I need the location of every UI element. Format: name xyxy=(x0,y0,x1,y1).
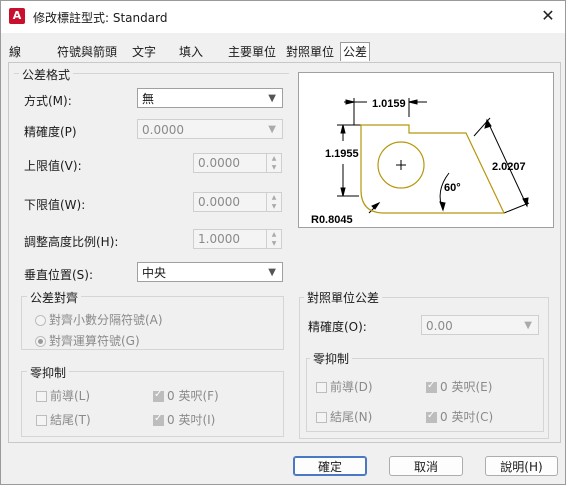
spinner-arrows-icon[interactable]: ▲ ▼ xyxy=(266,154,281,172)
app-icon: A xyxy=(9,8,25,24)
tab-lines[interactable]: 線 xyxy=(9,43,21,61)
checkbox-checked-icon xyxy=(426,380,437,393)
help-button[interactable]: 說明(H) xyxy=(485,456,558,476)
align-operator-radio[interactable]: 對齊運算符號(G) xyxy=(35,332,140,349)
alt-leading-checkbox[interactable]: 前導(D) xyxy=(316,378,373,395)
alt-feet-label: 0 英呎(E) xyxy=(440,380,493,394)
alt-trailing-checkbox[interactable]: 結尾(N) xyxy=(316,408,372,425)
upper-value: 0.0000 xyxy=(198,156,240,170)
preview-dim-right: 2.0207 xyxy=(492,161,526,173)
checkbox-checked-icon xyxy=(153,389,164,402)
checkbox-icon xyxy=(316,382,327,393)
precision-value: 0.0000 xyxy=(142,123,184,137)
checkbox-icon xyxy=(316,412,327,423)
feet-label: 0 英呎(F) xyxy=(167,389,219,403)
preview-angle: 60° xyxy=(444,182,461,194)
scale-height-value: 1.0000 xyxy=(198,232,240,246)
tab-symbols-arrows[interactable]: 符號與箭頭 xyxy=(57,43,117,61)
leading-checkbox[interactable]: 前導(L) xyxy=(36,387,90,404)
preview-dim-left: 1.1955 xyxy=(325,148,359,160)
inches-label: 0 英吋(I) xyxy=(167,413,216,427)
spinner-arrows-icon[interactable]: ▲ ▼ xyxy=(266,193,281,211)
alt-inches-label: 0 英吋(C) xyxy=(440,410,494,424)
preview-radius: R0.8045 xyxy=(311,214,353,226)
alt-trailing-label: 結尾(N) xyxy=(330,410,373,424)
trailing-checkbox[interactable]: 結尾(T) xyxy=(36,411,91,428)
align-decimal-label: 對齊小數分隔符號(A) xyxy=(49,313,163,327)
align-operator-label: 對齊運算符號(G) xyxy=(49,334,140,348)
chevron-down-icon: ▼ xyxy=(268,93,276,104)
radio-icon xyxy=(35,315,46,326)
window-title: 修改標註型式: Standard xyxy=(33,11,168,25)
tab-tolerances[interactable]: 公差 xyxy=(340,42,371,61)
lower-value-input[interactable]: 0.0000 ▲ ▼ xyxy=(193,192,282,212)
vertical-position-value: 中央 xyxy=(142,266,167,280)
checkbox-checked-icon xyxy=(426,410,437,423)
ok-button[interactable]: 確定 xyxy=(293,456,367,476)
alt-precision-value: 0.00 xyxy=(426,319,453,333)
tab-content: 公差格式 方式(M): 無 ▼ 精確度(P) 0.0000 ▼ 上限值(V): … xyxy=(8,62,561,443)
inches-checkbox[interactable]: 0 英吋(I) xyxy=(153,411,215,428)
preview-drawing: 1.0159 1.1955 2.0207 60° R0.8045 xyxy=(311,98,530,226)
dialog-window: A 修改標註型式: Standard ✕ 線 符號與箭頭 文字 填入 主要單位 … xyxy=(0,0,566,485)
scale-height-input[interactable]: 1.0000 ▲ ▼ xyxy=(193,229,282,249)
checkbox-icon xyxy=(36,391,47,402)
tolerance-alignment-label: 公差對齊 xyxy=(27,289,82,306)
scale-height-label: 調整高度比例(H): xyxy=(24,235,119,249)
tab-strip: 線 符號與箭頭 文字 填入 主要單位 對照單位 公差 xyxy=(7,42,559,63)
vertical-position-label: 垂直位置(S): xyxy=(24,268,94,282)
preview-dim-top: 1.0159 xyxy=(372,98,406,110)
upper-value-input[interactable]: 0.0000 ▲ ▼ xyxy=(193,153,282,173)
align-decimal-radio[interactable]: 對齊小數分隔符號(A) xyxy=(35,311,163,328)
tab-text[interactable]: 文字 xyxy=(132,43,156,61)
trailing-label: 結尾(T) xyxy=(50,413,91,427)
chevron-down-icon: ▼ xyxy=(268,267,276,278)
title-bar: A 修改標註型式: Standard ✕ xyxy=(1,1,565,33)
alt-precision-select[interactable]: 0.00 ▼ xyxy=(421,315,539,335)
dimension-preview: 1.0159 1.1955 2.0207 60° R0.8045 xyxy=(298,72,554,228)
tab-primary-units[interactable]: 主要單位 xyxy=(228,43,276,61)
alt-zero-suppression-label: 零抑制 xyxy=(310,350,353,367)
chevron-down-icon: ▼ xyxy=(524,320,532,331)
tab-fit[interactable]: 填入 xyxy=(179,43,203,61)
radio-selected-icon xyxy=(35,336,46,347)
close-icon[interactable]: ✕ xyxy=(537,6,559,26)
alt-precision-label: 精確度(O): xyxy=(308,320,367,334)
zero-suppression-label: 零抑制 xyxy=(27,364,70,381)
leading-label: 前導(L) xyxy=(50,389,91,403)
checkbox-icon xyxy=(36,415,47,426)
tolerance-format-label: 公差格式 xyxy=(19,66,74,83)
method-select[interactable]: 無 ▼ xyxy=(137,88,283,108)
alt-inches-checkbox[interactable]: 0 英吋(C) xyxy=(426,408,493,425)
feet-checkbox[interactable]: 0 英呎(F) xyxy=(153,387,219,404)
tab-alternate-units[interactable]: 對照單位 xyxy=(286,43,334,61)
alt-leading-label: 前導(D) xyxy=(330,380,373,394)
vertical-position-select[interactable]: 中央 ▼ xyxy=(137,262,283,282)
lower-value-label: 下限值(W): xyxy=(24,198,86,212)
spinner-arrows-icon[interactable]: ▲ ▼ xyxy=(266,230,281,248)
precision-label: 精確度(P) xyxy=(24,125,77,139)
lower-value: 0.0000 xyxy=(198,195,240,209)
method-label: 方式(M): xyxy=(24,94,72,108)
method-value: 無 xyxy=(142,92,155,106)
checkbox-checked-icon xyxy=(153,413,164,426)
alt-feet-checkbox[interactable]: 0 英呎(E) xyxy=(426,378,492,395)
upper-value-label: 上限值(V): xyxy=(24,159,82,173)
chevron-down-icon: ▼ xyxy=(268,124,276,135)
precision-select[interactable]: 0.0000 ▼ xyxy=(137,119,283,139)
part-outline xyxy=(360,124,505,214)
cancel-button[interactable]: 取消 xyxy=(389,456,463,476)
alt-unit-tolerance-label: 對照單位公差 xyxy=(304,289,383,306)
